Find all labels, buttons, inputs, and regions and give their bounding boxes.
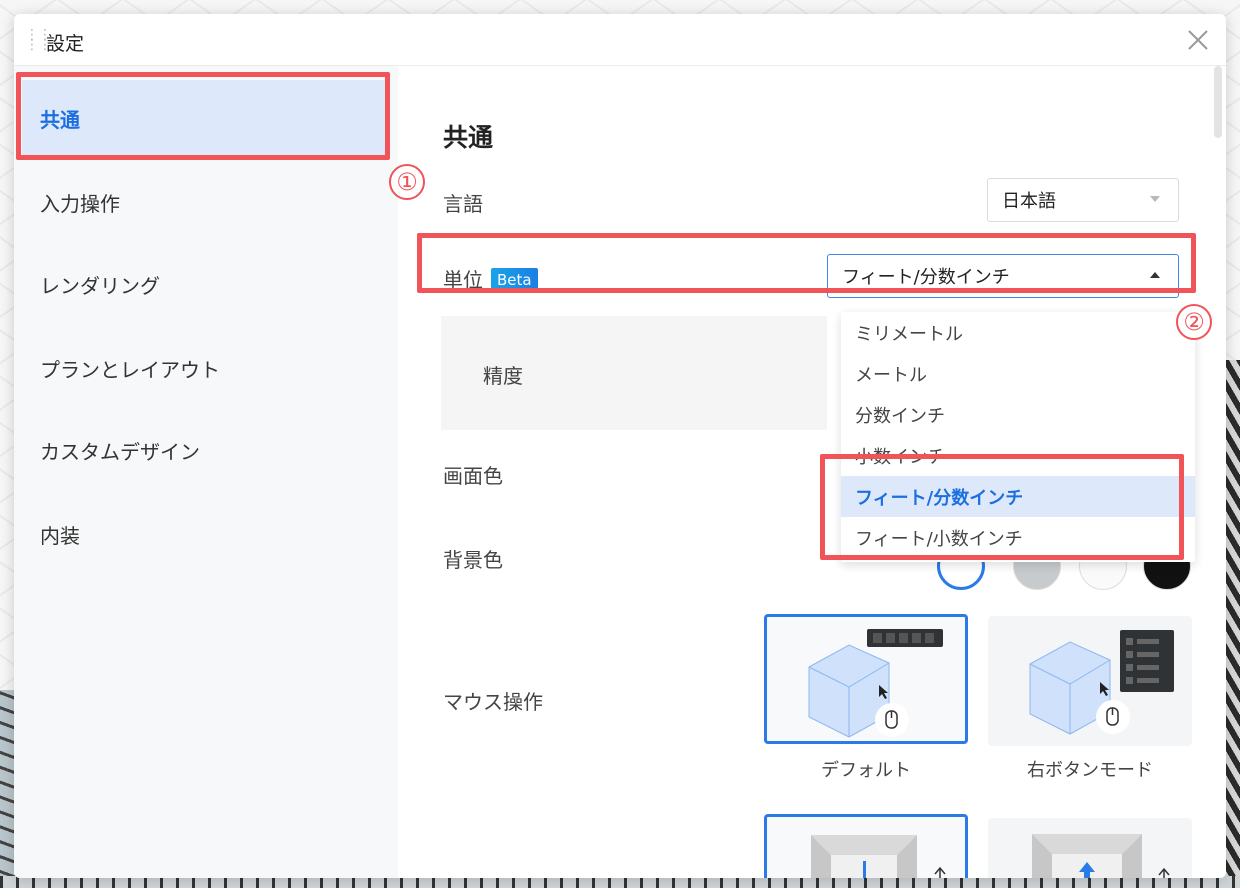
sidebar-item-label: 共通 (40, 107, 80, 132)
walk-mode-card-1[interactable] (764, 814, 968, 878)
mouse-mode-default-card[interactable] (764, 614, 968, 744)
unit-option-feet-decimal-inch[interactable]: フィート/小数インチ (841, 517, 1195, 558)
walk-mode-illustration-2 (1032, 834, 1170, 878)
annotation-number-2: ② (1176, 304, 1212, 340)
beta-badge: Beta (491, 268, 538, 292)
sidebar-item-label: プランとレイアウト (40, 357, 220, 382)
dialog-titlebar[interactable]: ⋮⋮ ⋮⋮ 設定 (14, 14, 1226, 66)
mouse-mode-default-caption: デフォルト (821, 760, 911, 781)
unit-value: フィート/分数インチ (842, 267, 1010, 288)
precision-panel: 精度 (441, 316, 827, 430)
sidebar-item-label: 入力操作 (40, 191, 120, 216)
sidebar-item-rendering[interactable]: レンダリング (22, 246, 386, 322)
sidebar-item-custom-design[interactable]: カスタムデザイン (22, 412, 386, 488)
unit-select[interactable]: フィート/分数インチ (827, 254, 1179, 298)
close-icon (1188, 30, 1208, 50)
sidebar-item-label: レンダリング (40, 273, 160, 298)
sidebar-item-plan-layout[interactable]: プランとレイアウト (22, 330, 386, 406)
unit-label: 単位 Beta (443, 264, 538, 293)
background-color-label: 背景色 (443, 548, 503, 572)
sidebar-item-interior[interactable]: 内装 (22, 496, 386, 572)
settings-sidebar: 共通 入力操作 レンダリング プランとレイアウト カスタムデザイン 内装 (14, 66, 398, 878)
sidebar-item-label: 内装 (40, 523, 80, 548)
unit-option-decimal-inch[interactable]: 小数インチ (841, 435, 1195, 476)
mouse-mode-right-button-caption: 右ボタンモード (1027, 760, 1153, 781)
unit-option-meter[interactable]: メートル (841, 353, 1195, 394)
scrollbar-thumb[interactable] (1214, 66, 1222, 138)
screen-color-label: 画面色 (443, 464, 503, 488)
chevron-up-icon (1150, 272, 1160, 278)
settings-dialog: ⋮⋮ ⋮⋮ 設定 共通 入力操作 レンダリング プランとレイアウト カスタムデザイ… (14, 14, 1226, 878)
unit-option-fraction-inch[interactable]: 分数インチ (841, 394, 1195, 435)
mouse-default-illustration (808, 629, 943, 738)
language-select[interactable]: 日本語 (987, 178, 1179, 222)
mouse-mode-right-button-card[interactable] (988, 616, 1192, 746)
sidebar-item-label: カスタムデザイン (40, 439, 200, 464)
settings-main-panel: 共通 言語 日本語 単位 Beta フィート/分数インチ 精度 画面色 背景色 ミ… (398, 66, 1226, 878)
annotation-number-1: ① (389, 164, 425, 200)
language-value: 日本語 (1002, 191, 1056, 212)
dialog-title: 設定 (46, 33, 85, 55)
chevron-down-icon (1150, 196, 1160, 202)
unit-dropdown-menu: ミリメートル メートル 分数インチ 小数インチ フィート/分数インチ フィート/… (841, 312, 1195, 562)
close-button[interactable] (1184, 26, 1212, 54)
unit-label-text: 単位 (443, 268, 483, 292)
walk-mode-illustration-1 (811, 835, 946, 878)
unit-option-millimeter[interactable]: ミリメートル (841, 312, 1195, 353)
sidebar-item-input[interactable]: 入力操作 (22, 164, 386, 240)
walk-mode-card-2[interactable] (988, 818, 1192, 878)
sidebar-item-common[interactable]: 共通 (22, 80, 386, 156)
section-title: 共通 (443, 123, 494, 152)
mouse-right-button-illustration (1029, 630, 1174, 735)
precision-label: 精度 (483, 364, 523, 388)
unit-option-feet-fraction-inch[interactable]: フィート/分数インチ (841, 476, 1195, 517)
language-label: 言語 (443, 192, 483, 216)
mouse-label: マウス操作 (443, 690, 543, 714)
